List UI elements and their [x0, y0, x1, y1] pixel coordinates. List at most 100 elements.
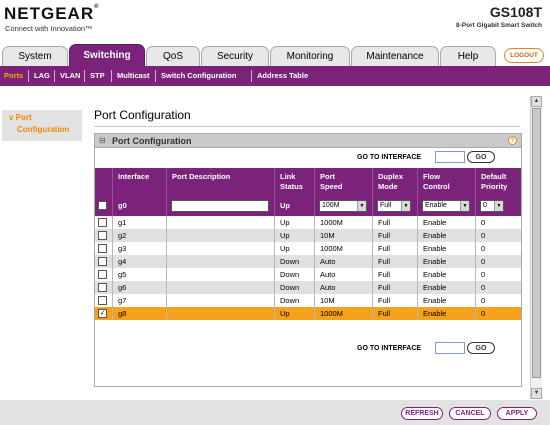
- subnav-stp[interactable]: STP: [90, 71, 105, 80]
- leftnav-label-line1: v Port: [9, 113, 32, 122]
- cancel-button[interactable]: CANCEL: [449, 407, 491, 420]
- tab-system[interactable]: System: [2, 46, 68, 66]
- duplex-select[interactable]: Full ▼: [377, 200, 411, 212]
- row-select-cell: [95, 294, 113, 307]
- cell-priority: 0: [481, 283, 486, 292]
- subnav-divider: [251, 70, 252, 82]
- cell-interface: g1: [113, 216, 167, 229]
- edit-row: g0 Up 100M ▼ Full ▼ Enable ▼ 0 ▼: [95, 196, 521, 216]
- cell-description: [167, 229, 275, 242]
- brand-text: NETGEAR: [4, 4, 95, 23]
- table-row[interactable]: g1 Up 1000M Full Enable 0: [95, 216, 521, 229]
- table-row[interactable]: g7 Down 10M Full Enable 0: [95, 294, 521, 307]
- refresh-button[interactable]: REFRESH: [401, 407, 443, 420]
- cell-interface: g3: [113, 242, 167, 255]
- header-duplex-mode: Duplex Mode: [373, 168, 418, 196]
- subnav-switch-configuration[interactable]: Switch Configuration: [161, 71, 236, 80]
- model-subtitle: 8-Port Gigabit Smart Switch: [456, 22, 542, 29]
- row-select-cell: [95, 242, 113, 255]
- cell-duplex: Full: [373, 242, 418, 255]
- goto-interface-input[interactable]: [435, 151, 465, 163]
- model-name: GS108T: [489, 4, 542, 20]
- cell-priority: 0: [481, 257, 486, 266]
- cell-duplex: Full: [373, 255, 418, 268]
- cell-link-status: Down: [275, 255, 315, 268]
- table-row[interactable]: g3 Up 1000M Full Enable 0: [95, 242, 521, 255]
- row-checkbox[interactable]: [98, 244, 107, 253]
- table-row[interactable]: g6 Down Auto Full Enable 0: [95, 281, 521, 294]
- table-row[interactable]: ✓ g8 Up 1000M Full Enable 0: [95, 307, 521, 320]
- scroll-up-icon[interactable]: ▲: [531, 96, 542, 107]
- panel-title: Port Configuration: [112, 136, 192, 146]
- tagline: Connect with Innovation™: [5, 24, 93, 33]
- row-checkbox[interactable]: [98, 296, 107, 305]
- cell-description: [167, 255, 275, 268]
- scroll-down-icon[interactable]: ▼: [531, 388, 542, 399]
- dropdown-arrow-icon: ▼: [460, 201, 469, 211]
- cell-duplex: Full: [373, 294, 418, 307]
- row-checkbox[interactable]: [98, 270, 107, 279]
- cell-flow-control: Enable: [418, 268, 476, 281]
- page-title: Port Configuration: [94, 108, 191, 122]
- scroll-thumb[interactable]: [532, 108, 541, 378]
- header-default-priority: Default Priority: [481, 172, 508, 191]
- subnav-ports[interactable]: Ports: [4, 71, 23, 80]
- cell-flow-control: Enable: [418, 307, 476, 320]
- goto-interface-input-bottom[interactable]: [435, 342, 465, 354]
- table-row[interactable]: g5 Down Auto Full Enable 0: [95, 268, 521, 281]
- help-icon[interactable]: ?: [508, 136, 517, 145]
- cell-description: [167, 216, 275, 229]
- table-row[interactable]: g4 Down Auto Full Enable 0: [95, 255, 521, 268]
- cell-flow-control: Enable: [418, 294, 476, 307]
- cell-interface: g2: [113, 229, 167, 242]
- tab-monitoring[interactable]: Monitoring: [270, 46, 350, 66]
- select-all-checkbox[interactable]: [98, 201, 107, 210]
- subnav-address-table[interactable]: Address Table: [257, 71, 308, 80]
- row-select-cell: [95, 268, 113, 281]
- header-link-status: Link Status: [275, 168, 315, 196]
- tab-qos[interactable]: QoS: [146, 46, 200, 66]
- row-checkbox[interactable]: [98, 283, 107, 292]
- table-row[interactable]: g2 Up 10M Full Enable 0: [95, 229, 521, 242]
- cell-interface: g6: [113, 281, 167, 294]
- cell-description: [167, 268, 275, 281]
- subnav-vlan[interactable]: VLAN: [60, 71, 80, 80]
- subnav-divider: [155, 70, 156, 82]
- cell-description: [167, 242, 275, 255]
- goto-interface-label: GO TO INTERFACE: [357, 154, 422, 161]
- row-checkbox[interactable]: [98, 257, 107, 266]
- cell-speed: 1000M: [315, 307, 373, 320]
- edit-flow-cell: Enable ▼: [418, 196, 476, 216]
- go-button-bottom[interactable]: GO: [467, 342, 495, 354]
- apply-button[interactable]: APPLY: [497, 407, 537, 420]
- edit-duplex-cell: Full ▼: [373, 196, 418, 216]
- tab-maintenance[interactable]: Maintenance: [351, 46, 439, 66]
- row-checkbox[interactable]: ✓: [98, 309, 107, 318]
- title-divider: [94, 126, 520, 127]
- subnav-multicast[interactable]: Multicast: [117, 71, 150, 80]
- priority-select[interactable]: 0 ▼: [480, 200, 504, 212]
- edit-priority-cell: 0 ▼: [476, 196, 521, 216]
- cell-link-status: Up: [275, 242, 315, 255]
- cell-flow-control: Enable: [418, 255, 476, 268]
- vertical-scrollbar[interactable]: ▲ ▼: [530, 96, 542, 399]
- cell-priority: 0: [481, 270, 486, 279]
- row-checkbox[interactable]: [98, 218, 107, 227]
- go-button[interactable]: GO: [467, 151, 495, 163]
- subnav-lag[interactable]: LAG: [34, 71, 50, 80]
- collapse-icon[interactable]: ⊟: [99, 136, 106, 145]
- description-input[interactable]: [171, 200, 269, 212]
- row-checkbox[interactable]: [98, 231, 107, 240]
- footer-bar: REFRESH CANCEL APPLY: [0, 400, 550, 425]
- header-port-description: Port Description: [167, 168, 275, 196]
- flow-control-select[interactable]: Enable ▼: [422, 200, 470, 212]
- logout-button[interactable]: LOGOUT: [504, 48, 544, 63]
- speed-select[interactable]: 100M ▼: [319, 200, 367, 212]
- dropdown-arrow-icon: ▼: [494, 201, 503, 211]
- cell-flow-control: Enable: [418, 229, 476, 242]
- leftnav-port-configuration[interactable]: v Port Configuration: [9, 112, 69, 136]
- tab-help[interactable]: Help: [440, 46, 496, 66]
- cell-duplex: Full: [373, 307, 418, 320]
- tab-switching[interactable]: Switching: [69, 44, 145, 66]
- tab-security[interactable]: Security: [201, 46, 269, 66]
